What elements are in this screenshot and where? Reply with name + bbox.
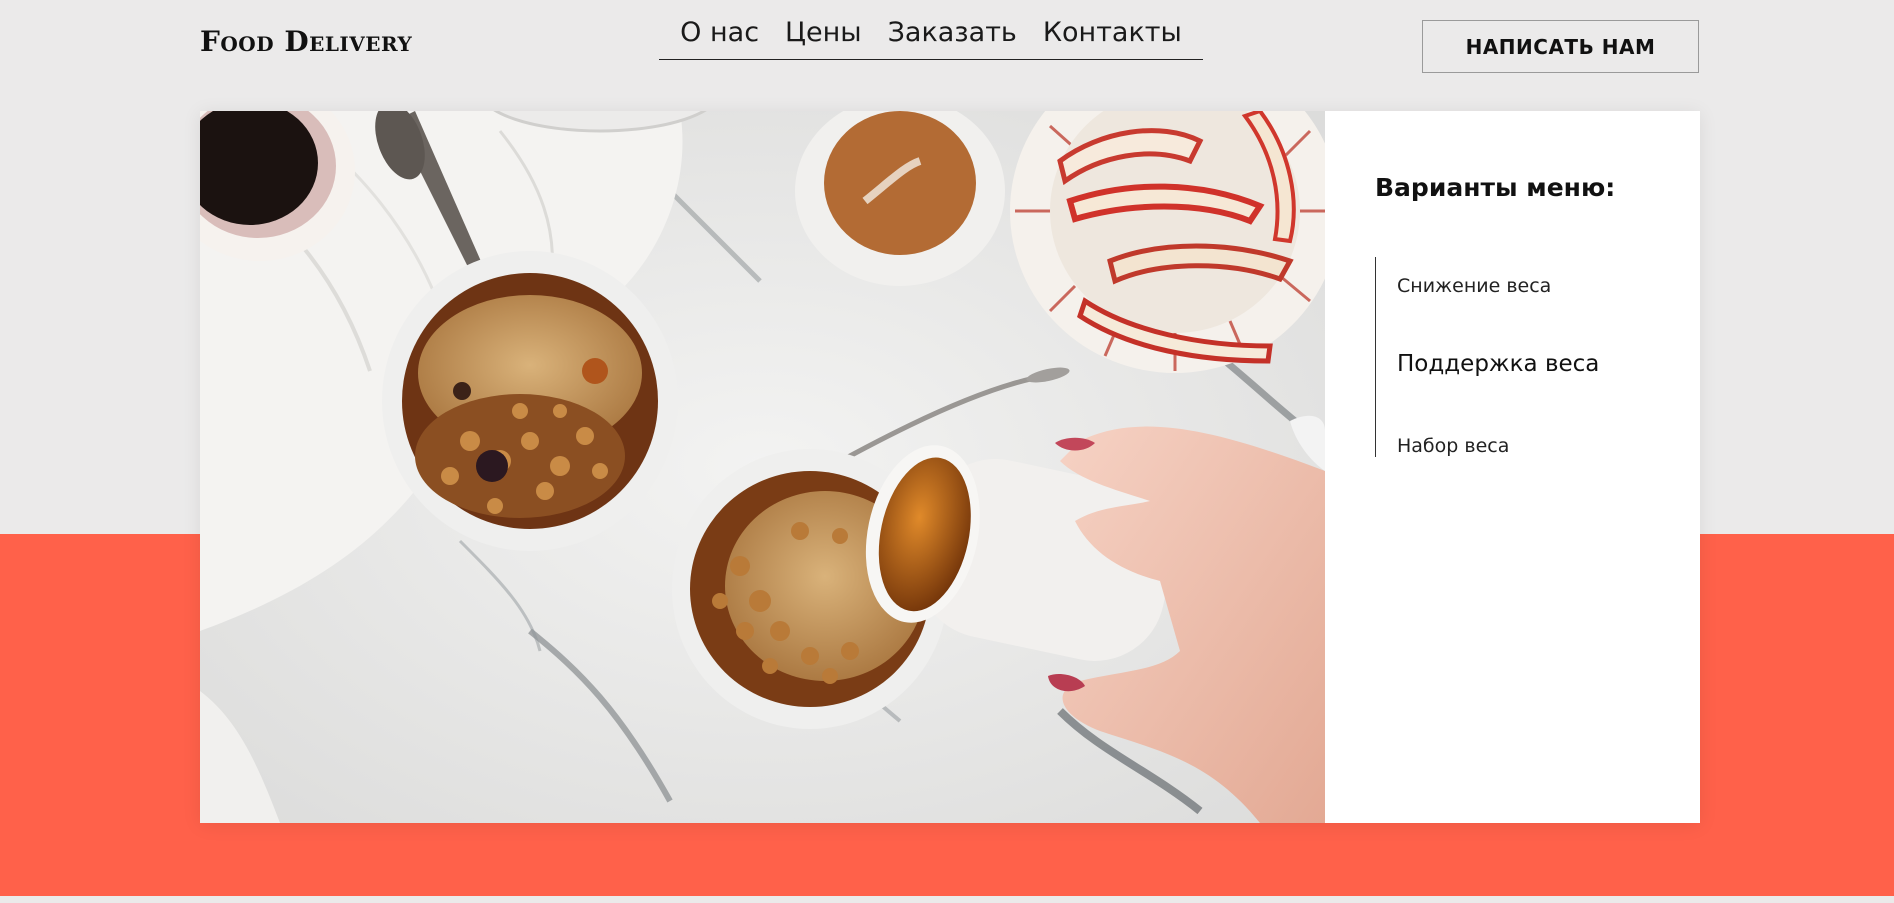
menu-item-weight-loss[interactable]: Снижение веса — [1397, 275, 1551, 297]
menu-options-list: Снижение веса Поддержка веса Набор веса — [1375, 257, 1599, 457]
nav-link-prices[interactable]: Цены — [785, 15, 862, 59]
nav-link-contacts[interactable]: Контакты — [1043, 15, 1182, 59]
hero-card: Варианты меню: Снижение веса Поддержка в… — [200, 111, 1700, 823]
menu-options-title: Варианты меню: — [1375, 173, 1616, 202]
nav-link-about[interactable]: О нас — [680, 15, 759, 59]
menu-item-weight-maintenance[interactable]: Поддержка веса — [1397, 351, 1599, 377]
oatmeal-bowls-illustration — [200, 111, 1325, 823]
hero-food-image — [200, 111, 1325, 823]
write-to-us-button[interactable]: НАПИСАТЬ НАМ — [1422, 20, 1699, 73]
nav-link-order[interactable]: Заказать — [888, 15, 1017, 59]
main-nav: О нас Цены Заказать Контакты — [659, 15, 1203, 60]
menu-item-weight-gain[interactable]: Набор веса — [1397, 435, 1509, 457]
bottom-strip — [0, 896, 1894, 903]
menu-options-panel: Варианты меню: Снижение веса Поддержка в… — [1325, 111, 1700, 823]
site-logo[interactable]: Food Delivery — [200, 25, 412, 58]
